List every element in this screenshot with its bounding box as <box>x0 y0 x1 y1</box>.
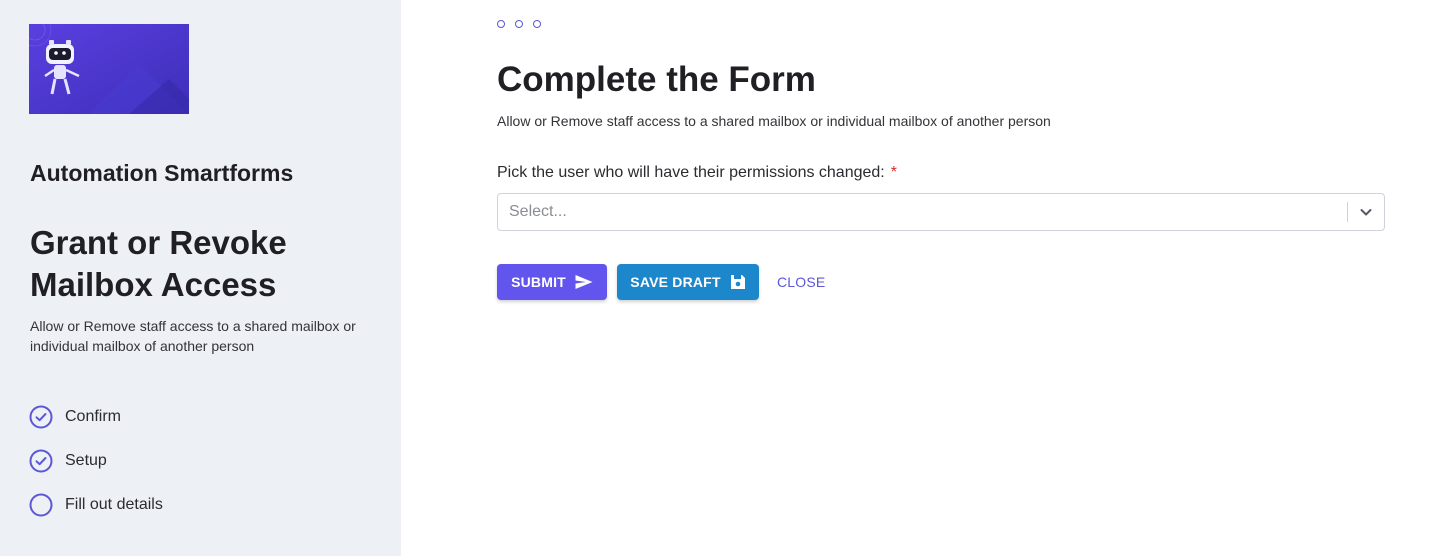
sidebar: Automation Smartforms Grant or Revoke Ma… <box>0 0 401 556</box>
step-label: Fill out details <box>65 496 163 513</box>
progress-dot <box>497 20 505 28</box>
save-draft-button-label: SAVE DRAFT <box>630 274 721 290</box>
user-field-label: Pick the user who will have their permis… <box>497 164 897 182</box>
page-title: Complete the Form <box>497 60 816 99</box>
chevron-down-icon[interactable] <box>1348 194 1384 230</box>
progress-dot <box>533 20 541 28</box>
app-logo <box>29 24 189 114</box>
step-confirm: Confirm <box>29 405 163 429</box>
form-panel: Complete the Form Allow or Remove staff … <box>401 0 1433 556</box>
close-button[interactable]: CLOSE <box>771 264 831 300</box>
step-list: Confirm Setup Fill out details <box>29 405 163 537</box>
submit-button[interactable]: SUBMIT <box>497 264 607 300</box>
check-circle-icon <box>29 405 53 429</box>
form-description: Allow or Remove staff access to a shared… <box>30 318 356 354</box>
empty-circle-icon <box>29 493 53 517</box>
page-subtitle: Allow or Remove staff access to a shared… <box>497 113 1051 129</box>
save-draft-button[interactable]: SAVE DRAFT <box>617 264 759 300</box>
step-setup: Setup <box>29 449 163 473</box>
user-field-label-text: Pick the user who will have their permis… <box>497 164 885 181</box>
save-floppy-icon <box>730 275 745 289</box>
user-select-placeholder: Select... <box>509 203 567 220</box>
step-fill-out-details: Fill out details <box>29 493 163 517</box>
form-title: Grant or Revoke Mailbox Access <box>30 224 287 303</box>
progress-dots <box>497 20 551 28</box>
step-label: Setup <box>65 452 107 469</box>
required-marker: * <box>890 164 897 181</box>
app-name: Automation Smartforms <box>30 160 294 186</box>
step-label: Confirm <box>65 408 122 425</box>
progress-dot <box>515 20 523 28</box>
user-select[interactable]: Select... <box>497 193 1385 231</box>
robot-mascot-icon <box>29 24 189 114</box>
send-icon <box>575 275 593 289</box>
check-circle-icon <box>29 449 53 473</box>
submit-button-label: SUBMIT <box>511 274 566 290</box>
